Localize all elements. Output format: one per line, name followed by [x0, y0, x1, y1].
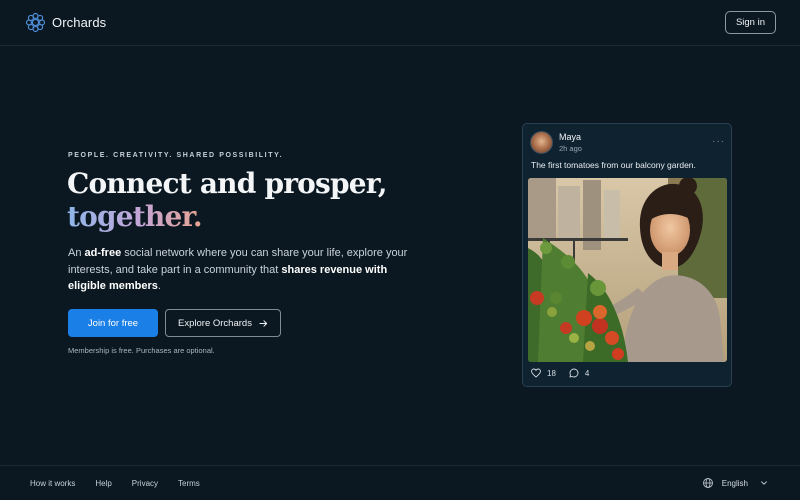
post-caption: The first tomatoes from our balcony gard… — [531, 160, 696, 170]
brand[interactable]: Orchards — [24, 11, 106, 34]
top-header: Orchards Sign in — [0, 0, 800, 46]
footer: How it works Help Privacy Terms English — [0, 465, 800, 500]
footer-links: How it works Help Privacy Terms — [30, 479, 200, 488]
globe-icon — [702, 478, 713, 488]
description-bold-1: ad-free — [84, 247, 122, 259]
description-text-3: . — [157, 280, 161, 292]
sign-in-button[interactable]: Sign in — [724, 11, 776, 34]
comment-icon — [569, 368, 579, 378]
language-selector[interactable]: English — [702, 477, 768, 489]
post-card: Maya 2h ago ··· The first tomatoes from … — [522, 123, 732, 387]
orchards-logo-icon — [25, 12, 46, 33]
footer-link-terms[interactable]: Terms — [178, 479, 200, 488]
post-time: 2h ago — [559, 144, 582, 153]
headline-line-1: Connect and prosper, — [67, 167, 387, 200]
post-author[interactable]: Maya — [559, 132, 581, 142]
join-for-free-button[interactable]: Join for free — [68, 309, 158, 337]
headline-line-2: together. — [67, 200, 203, 233]
arrow-right-icon — [259, 319, 268, 327]
more-icon[interactable]: ··· — [712, 137, 725, 147]
explore-orchards-label: Explore Orchards — [178, 317, 252, 329]
membership-note: Membership is free. Purchases are option… — [68, 346, 215, 355]
hero-eyebrow: PEOPLE. CREATIVITY. SHARED POSSIBILITY. — [68, 152, 284, 159]
comment-button[interactable]: 4 — [568, 367, 589, 379]
footer-link-help[interactable]: Help — [95, 479, 111, 488]
description-text-1: An — [68, 247, 85, 259]
post-image — [528, 178, 727, 362]
footer-link-privacy[interactable]: Privacy — [132, 479, 158, 488]
hero-description: An ad-free social network where you can … — [68, 245, 428, 295]
hero-headline: Connect and prosper, together. — [67, 167, 387, 233]
heart-icon — [531, 368, 541, 378]
explore-orchards-button[interactable]: Explore Orchards — [165, 309, 281, 337]
language-label: English — [721, 478, 748, 488]
footer-link-how-it-works[interactable]: How it works — [30, 479, 75, 488]
comment-count: 4 — [584, 368, 590, 378]
brand-name: Orchards — [52, 15, 107, 30]
post-actions: 18 4 — [530, 367, 589, 379]
chevron-down-icon — [761, 481, 767, 485]
like-count: 18 — [547, 368, 556, 378]
like-button[interactable]: 18 — [530, 367, 556, 379]
avatar[interactable] — [530, 131, 553, 154]
